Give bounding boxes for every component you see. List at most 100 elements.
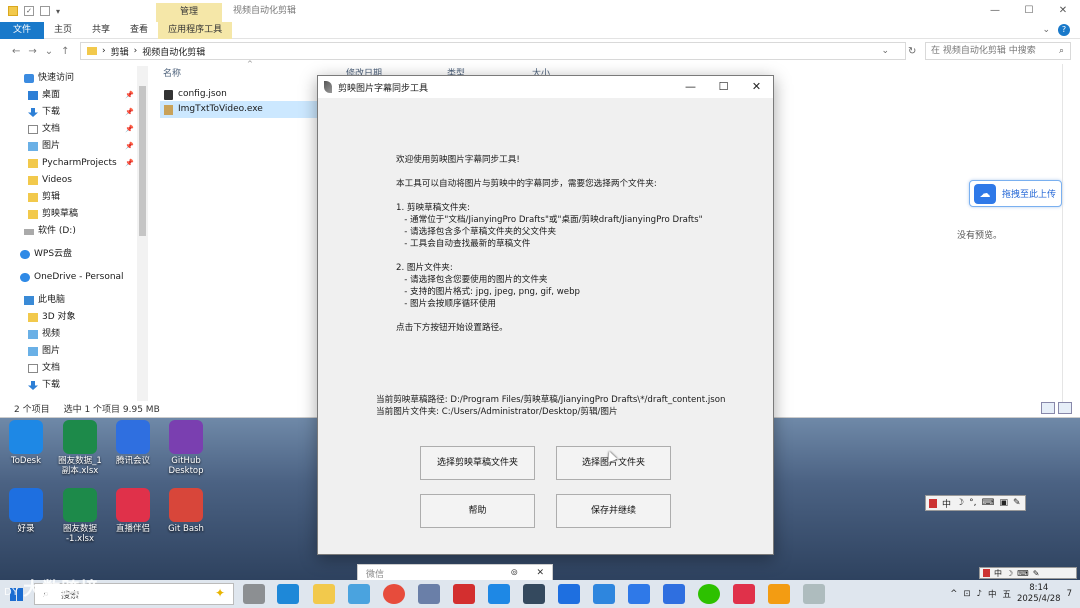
minimize-icon[interactable]: — <box>674 76 707 98</box>
pin-icon[interactable]: 📌 <box>125 155 134 172</box>
store-icon[interactable] <box>348 584 370 604</box>
select-draft-folder-button[interactable]: 选择剪映草稿文件夹 <box>420 446 535 480</box>
navigation-scrollbar[interactable] <box>137 66 148 401</box>
edge-icon[interactable] <box>277 584 299 604</box>
up-icon[interactable]: ↑ <box>61 46 69 57</box>
nav-item[interactable]: 下载 📌 <box>0 104 150 121</box>
tab-app-tools[interactable]: 应用程序工具 <box>158 21 233 39</box>
nav-item[interactable]: 文档 <box>0 360 150 377</box>
column-header-name[interactable]: 名称 <box>163 66 181 79</box>
tab-view[interactable]: 查看 <box>120 22 158 39</box>
new-folder-icon[interactable] <box>40 6 50 16</box>
desktop-shortcut[interactable]: 直播伴侣 <box>103 488 163 534</box>
live-companion-taskbar-icon[interactable] <box>733 584 755 604</box>
chrome-icon[interactable] <box>383 584 405 604</box>
nav-item[interactable]: 剪映草稿 <box>0 206 150 223</box>
tab-share[interactable]: 共享 <box>82 22 120 39</box>
punctuation-icon[interactable]: °, <box>969 498 976 508</box>
nav-item[interactable]: 快速访问 <box>0 70 150 87</box>
customize-toolbar-icon[interactable]: ▾ <box>56 7 60 16</box>
back-icon[interactable]: ← <box>12 46 20 57</box>
nav-item[interactable]: 剪辑 <box>0 189 150 206</box>
minimize-icon[interactable]: — <box>978 0 1012 22</box>
wps-icon[interactable] <box>453 584 475 604</box>
nav-item[interactable]: PycharmProjects 📌 <box>0 155 150 172</box>
maximize-icon[interactable]: ☐ <box>707 76 740 98</box>
recent-chevron-icon[interactable]: ⌄ <box>45 46 53 57</box>
scrollbar-thumb[interactable] <box>139 86 146 236</box>
file-explorer-taskbar-icon[interactable] <box>313 584 335 604</box>
settings-icon[interactable]: ⊚ <box>510 568 518 578</box>
tab-file[interactable]: 文件 <box>0 21 45 39</box>
file-row-selected[interactable]: ImgTxtToVideo.exe <box>160 101 320 118</box>
pin-icon[interactable]: 📌 <box>125 121 134 138</box>
chevron-down-icon[interactable]: ⌄ <box>1042 25 1050 35</box>
recorder-taskbar-icon[interactable] <box>558 584 580 604</box>
app-icon[interactable] <box>418 584 440 604</box>
nav-item[interactable]: 桌面 📌 <box>0 87 150 104</box>
moon-icon[interactable]: ☽ <box>956 498 964 508</box>
tab-home[interactable]: 主页 <box>44 22 82 39</box>
search-app-icon[interactable] <box>768 584 790 604</box>
mail-icon[interactable] <box>593 584 615 604</box>
details-view-icon[interactable] <box>1041 402 1055 414</box>
ime-mode[interactable]: 中 <box>942 497 951 510</box>
desktop-shortcut[interactable]: 好录 <box>0 488 56 534</box>
breadcrumb-segment[interactable]: 视频自动化剪辑 <box>142 45 205 58</box>
refresh-icon[interactable]: ↻ <box>908 46 916 57</box>
pin-icon[interactable]: 📌 <box>125 104 134 121</box>
nav-item[interactable]: 软件 (D:) <box>0 223 150 240</box>
desktop-shortcut[interactable]: GitHub Desktop <box>156 420 216 476</box>
nav-item[interactable]: 下载 <box>0 377 150 394</box>
app-icon[interactable] <box>523 584 545 604</box>
sparkle-icon[interactable]: ✦ <box>215 586 225 600</box>
tools-icon[interactable]: ✎ <box>1013 498 1021 508</box>
address-input[interactable]: › 剪辑 › 视频自动化剪辑 ⌄ <box>80 42 906 60</box>
pin-icon[interactable]: 📌 <box>125 87 134 104</box>
keyboard-icon[interactable]: ⌨ <box>1017 569 1029 578</box>
desktop-shortcut[interactable]: 腾讯会议 <box>103 420 163 466</box>
forward-icon[interactable]: → <box>28 46 36 57</box>
network-icon[interactable]: ⊡ <box>963 589 970 599</box>
baidu-netdisk-taskbar-icon[interactable] <box>628 584 650 604</box>
ime-mode[interactable]: 中 <box>994 568 1002 579</box>
nav-item[interactable]: 图片 <box>0 343 150 360</box>
search-input[interactable]: 在 视频自动化剪辑 中搜索 ⌕ <box>925 42 1071 60</box>
drag-upload-button[interactable]: ☁ 拖拽至此上传 <box>969 180 1062 207</box>
nav-item[interactable]: 文档 📌 <box>0 121 150 138</box>
desktop-shortcut[interactable]: Git Bash <box>156 488 216 534</box>
explorer-titlebar[interactable]: ✓ ▾ 管理 视频自动化剪辑 — ☐ ✕ <box>0 0 1080 22</box>
pin-icon[interactable]: 📌 <box>125 138 134 155</box>
todesk-taskbar-icon[interactable] <box>488 584 510 604</box>
feather-app-taskbar-icon[interactable] <box>803 584 825 604</box>
desktop-shortcut[interactable]: 圈友数据 -1.xlsx <box>50 488 110 544</box>
help-icon[interactable]: ? <box>1058 24 1070 36</box>
save-continue-button[interactable]: 保存并继续 <box>556 494 671 528</box>
help-button[interactable]: 帮助 <box>420 494 535 528</box>
nav-item[interactable]: 此电脑 <box>0 292 150 309</box>
keyboard-icon[interactable]: ⌨ <box>981 498 994 508</box>
nav-item[interactable]: WPS云盘 <box>0 246 150 263</box>
wechat-icon[interactable] <box>698 584 720 604</box>
breadcrumb-segment[interactable]: 剪辑 <box>111 45 129 58</box>
clock[interactable]: 8:14 2025/4/28 <box>1017 583 1061 605</box>
nav-item[interactable]: 3D 对象 <box>0 309 150 326</box>
speaker-icon[interactable]: ♪ <box>977 589 982 599</box>
task-view-icon[interactable] <box>243 584 265 604</box>
desktop-shortcut[interactable]: 圈友数据_1 副本.xlsx <box>50 420 110 476</box>
close-icon[interactable]: ✕ <box>536 568 544 578</box>
nav-item[interactable]: 图片 📌 <box>0 138 150 155</box>
ime-indicator[interactable]: 五 <box>1002 588 1011 600</box>
properties-icon[interactable]: ✓ <box>24 6 34 16</box>
moon-icon[interactable]: ☽ <box>1006 569 1013 578</box>
close-icon[interactable]: ✕ <box>1046 0 1080 22</box>
dialog-titlebar[interactable]: 剪映图片字幕同步工具 — ☐ ✕ <box>318 76 773 98</box>
desktop-shortcut[interactable]: ToDesk <box>0 420 56 466</box>
nav-item[interactable]: Videos <box>0 172 150 189</box>
nav-item[interactable]: 视频 <box>0 326 150 343</box>
manage-tab[interactable]: 管理 <box>156 3 222 22</box>
large-icons-view-icon[interactable] <box>1058 402 1072 414</box>
close-icon[interactable]: ✕ <box>740 76 773 98</box>
notification-badge[interactable]: 7 <box>1067 589 1072 599</box>
ime-tray-bar[interactable]: 中 ☽ ⌨ ✎ <box>979 567 1077 579</box>
